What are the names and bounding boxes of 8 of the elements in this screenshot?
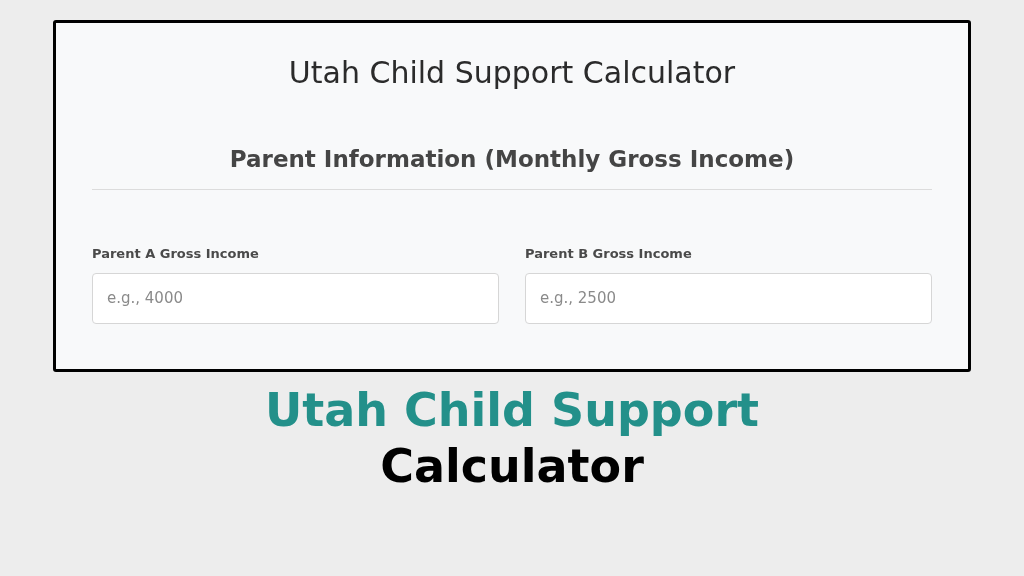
field-label: Parent B Gross Income bbox=[525, 245, 693, 263]
income-input-field[interactable]: e.g., 4000 bbox=[92, 272, 499, 324]
headline-second-line: Calculator bbox=[380, 438, 644, 494]
headline-first-line: Utah Child Support bbox=[264, 382, 760, 438]
field-label: Parent A Gross Income bbox=[92, 245, 260, 263]
income-input-field[interactable]: e.g., 2500 bbox=[525, 272, 932, 324]
calculator-title: Utah Child Support Calculator bbox=[287, 54, 737, 92]
section-title: Parent Information (Monthly Gross Income) bbox=[228, 145, 796, 174]
